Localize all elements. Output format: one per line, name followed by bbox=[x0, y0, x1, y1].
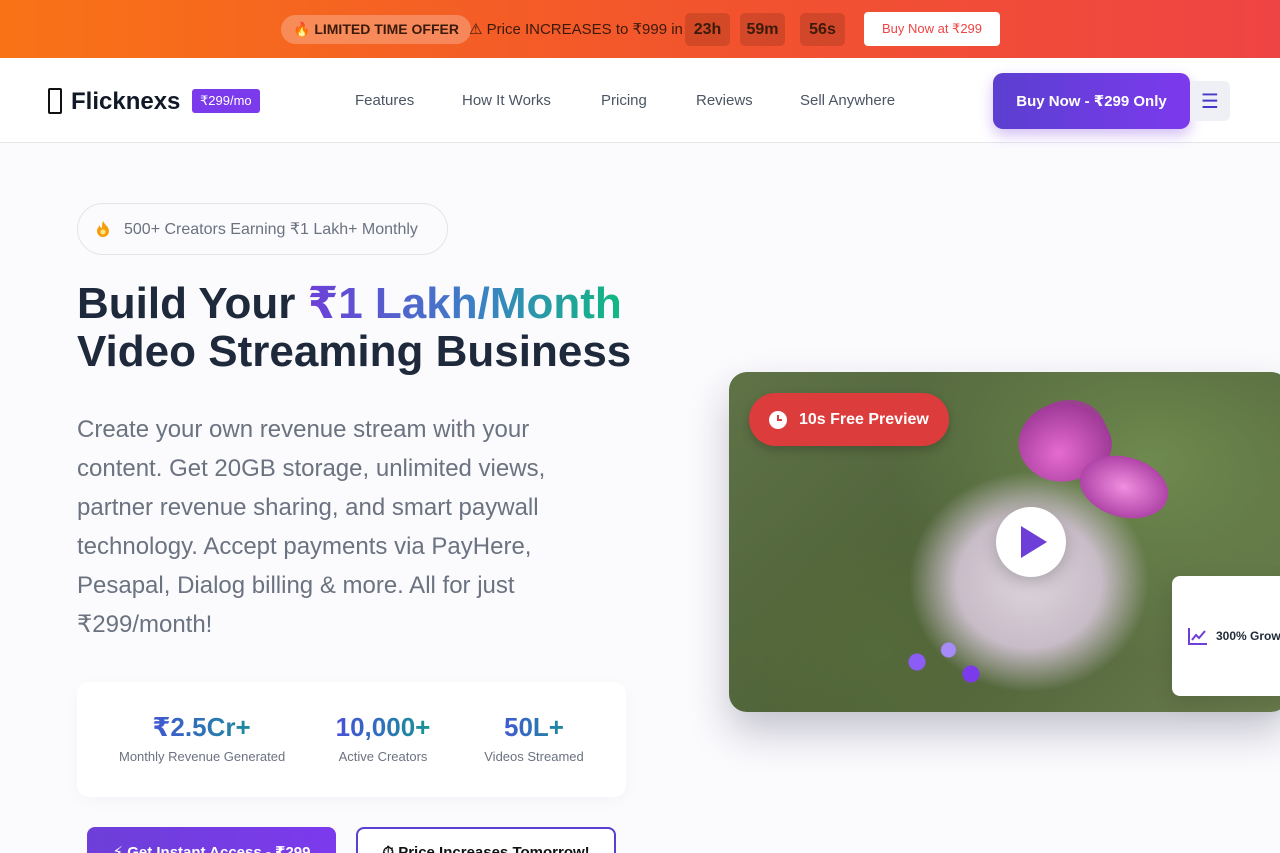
social-proof-pill: 500+ Creators Earning ₹1 Lakh+ Monthly bbox=[77, 203, 448, 255]
stat-label: Monthly Revenue Generated bbox=[119, 749, 286, 764]
brand-name[interactable]: Flicknexs bbox=[71, 88, 180, 116]
stat-videos: 50L+ Videos Streamed bbox=[479, 712, 589, 764]
social-proof-text: 500+ Creators Earning ₹1 Lakh+ Monthly bbox=[124, 221, 418, 238]
logo-icon bbox=[48, 88, 62, 114]
stat-revenue: ₹2.5Cr+ Monthly Revenue Generated bbox=[119, 712, 286, 764]
growth-card: 300% Growth bbox=[1172, 576, 1280, 696]
flame-icon bbox=[97, 221, 109, 237]
nav-link-how-it-works[interactable]: How It Works bbox=[462, 92, 551, 109]
stat-value: ₹2.5Cr+ bbox=[119, 712, 284, 743]
headline-line2: Video Streaming Business bbox=[77, 327, 632, 376]
stats-card: ₹2.5Cr+ Monthly Revenue Generated 10,000… bbox=[77, 682, 626, 797]
chart-line-icon bbox=[1188, 628, 1207, 645]
hero-description: Create your own revenue stream with your… bbox=[77, 416, 546, 638]
promo-buy-button[interactable]: Buy Now at ₹299 bbox=[864, 12, 1000, 46]
stat-label: Active Creators bbox=[338, 749, 428, 764]
hero-headline: Build Your ₹1 Lakh/Month Video Streaming… bbox=[77, 280, 631, 376]
play-button[interactable] bbox=[996, 507, 1066, 577]
timer-seconds: 56s bbox=[800, 13, 845, 46]
stat-creators: 10,000+ Active Creators bbox=[322, 712, 444, 764]
timer-hours: 23h bbox=[685, 13, 730, 46]
play-icon bbox=[1021, 526, 1047, 558]
nav-link-pricing[interactable]: Pricing bbox=[601, 92, 647, 109]
navbar: Flicknexs ₹299/mo Features How It Works … bbox=[0, 58, 1280, 143]
nav-link-sell-anywhere[interactable]: Sell Anywhere bbox=[800, 92, 895, 109]
nav-buy-now-button[interactable]: Buy Now - ₹299 Only bbox=[993, 73, 1190, 129]
limited-offer-pill: 🔥 LIMITED TIME OFFER bbox=[281, 15, 471, 44]
clock-icon bbox=[769, 410, 787, 429]
promo-banner: 🔥 LIMITED TIME OFFER ⚠ Price INCREASES t… bbox=[0, 0, 1280, 58]
price-badge: ₹299/mo bbox=[192, 89, 260, 113]
growth-label: 300% Growth bbox=[1216, 629, 1280, 643]
free-preview-label: 10s Free Preview bbox=[799, 410, 929, 428]
hamburger-menu-icon[interactable]: ☰ bbox=[1190, 81, 1230, 121]
headline-part1: Build Your bbox=[77, 279, 308, 328]
timer-minutes: 59m bbox=[740, 13, 785, 46]
price-increases-button[interactable]: ⏱ Price Increases Tomorrow! bbox=[356, 827, 616, 853]
stat-value: 50L+ bbox=[479, 712, 589, 743]
stat-label: Videos Streamed bbox=[484, 749, 584, 764]
headline-highlight: ₹1 Lakh/Month bbox=[307, 279, 622, 328]
get-instant-access-button[interactable]: ⚡ Get Instant Access - ₹299 bbox=[87, 827, 336, 853]
nav-link-features[interactable]: Features bbox=[355, 92, 414, 109]
flowers-shape bbox=[899, 632, 989, 692]
free-preview-badge: 10s Free Preview bbox=[749, 393, 949, 446]
nav-link-reviews[interactable]: Reviews bbox=[696, 92, 753, 109]
price-increase-text: ⚠ Price INCREASES to ₹999 in bbox=[469, 21, 683, 38]
stat-value: 10,000+ bbox=[322, 712, 444, 743]
